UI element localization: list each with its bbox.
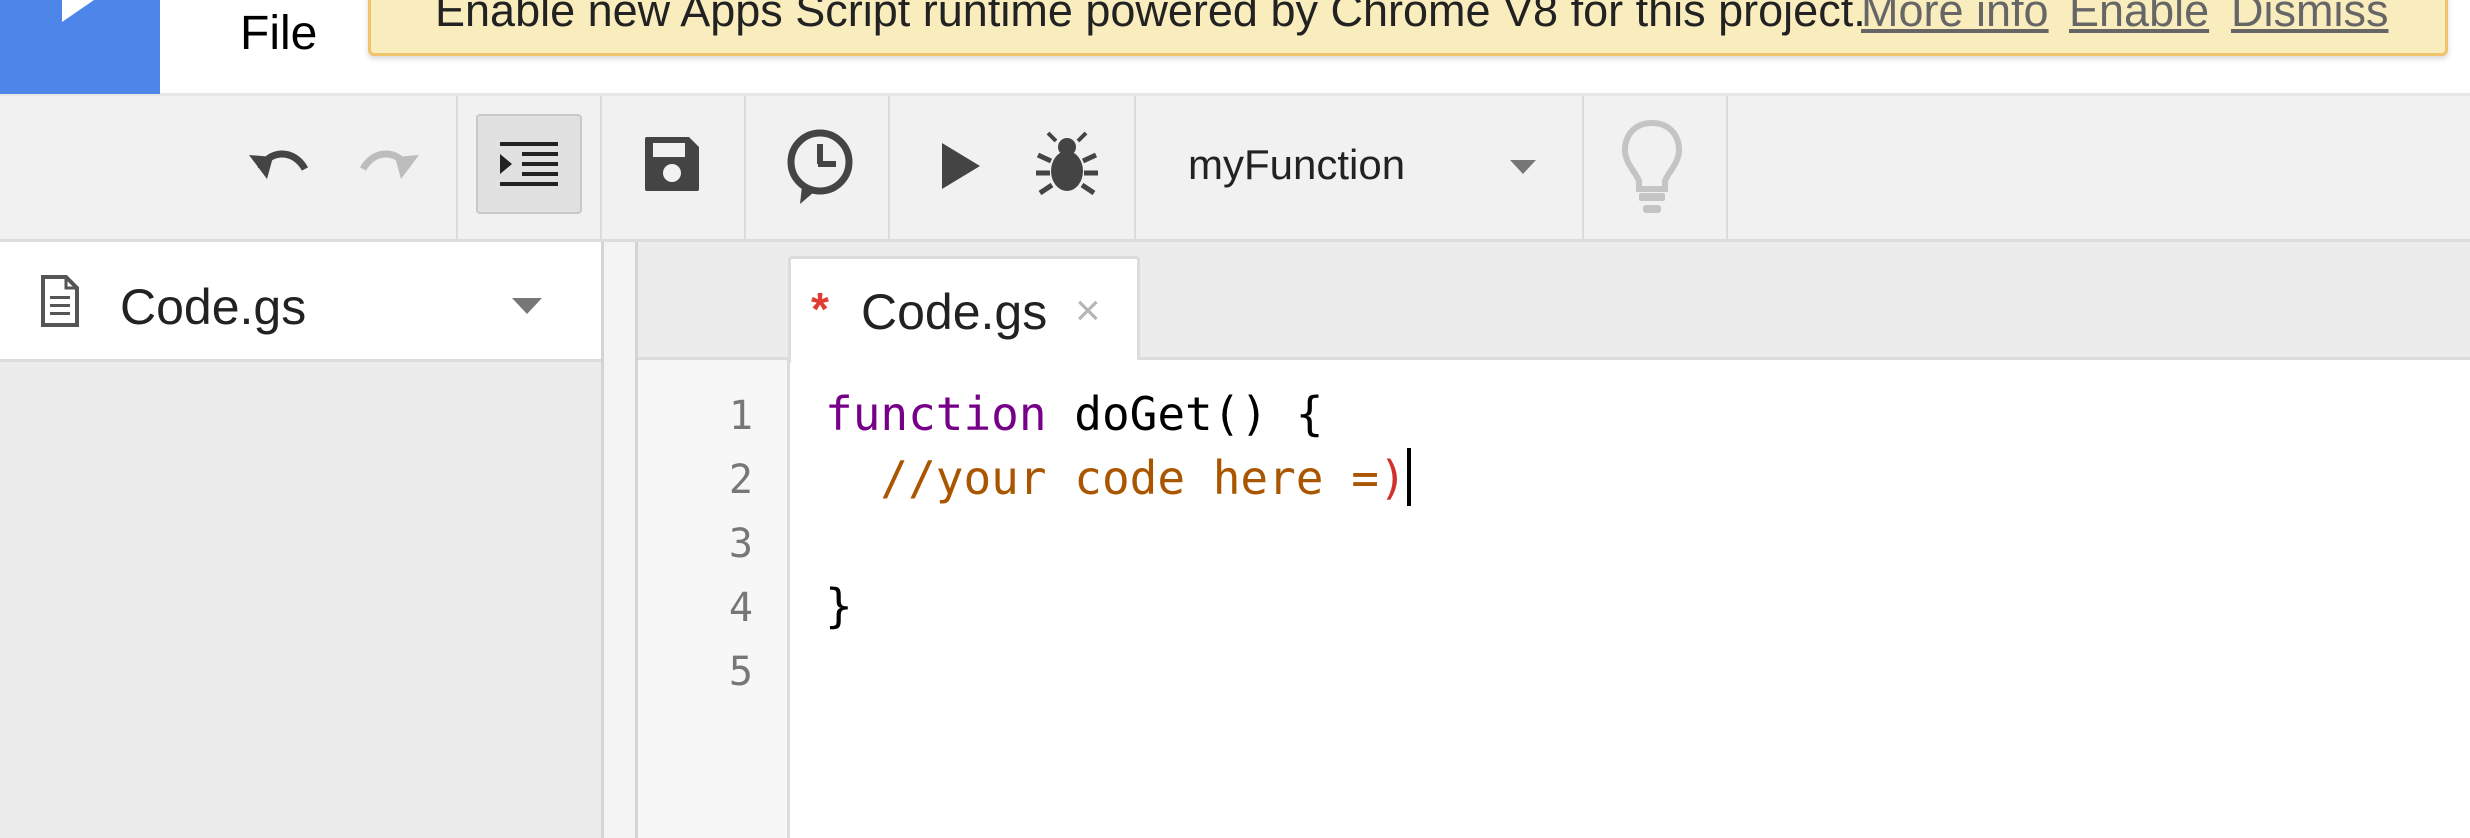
line-number: 1: [728, 393, 753, 439]
code-comment-tail: ): [1378, 451, 1407, 505]
unsaved-marker-icon: *: [811, 283, 829, 335]
line-number-gutter: 1 2 3 4 5: [638, 360, 790, 838]
play-icon: [942, 143, 980, 189]
bug-icon: [1036, 131, 1098, 196]
execution-hints-button[interactable]: [1614, 116, 1690, 228]
tab-label: Code.gs: [861, 284, 1048, 340]
chevron-down-icon: [1510, 160, 1536, 174]
run-button[interactable]: [920, 128, 1000, 204]
code-line: }: [825, 574, 853, 638]
sidebar-file-label: Code.gs: [120, 279, 307, 335]
chevron-down-icon[interactable]: [512, 298, 542, 314]
code-text: doGet() {: [1046, 387, 1324, 441]
debug-button[interactable]: [1024, 120, 1110, 208]
line-number: 4: [728, 585, 753, 631]
toolbar-divider: [744, 96, 746, 239]
function-select-value: myFunction: [1188, 141, 1406, 188]
line-number: 2: [728, 457, 753, 503]
undo-button[interactable]: [240, 128, 320, 198]
close-icon[interactable]: ×: [1075, 287, 1101, 335]
code-line: //your code here =): [825, 446, 1411, 510]
text-cursor: [1406, 448, 1411, 506]
clock-icon: [787, 129, 853, 204]
toolbar-divider: [600, 96, 602, 239]
dismiss-link[interactable]: Dismiss: [2231, 0, 2388, 37]
sidebar-resize-handle[interactable]: [604, 242, 638, 838]
v8-runtime-banner: Enable new Apps Script runtime powered b…: [368, 0, 2448, 56]
toolbar-divider: [1726, 96, 1728, 239]
file-menu[interactable]: File: [240, 6, 317, 62]
tab-code-gs[interactable]: * Code.gs ×: [788, 256, 1140, 363]
lightbulb-icon: [1621, 119, 1683, 213]
toolbar-divider: [888, 96, 890, 239]
indent-icon: [500, 142, 558, 186]
code-text: }: [825, 579, 853, 633]
app-header: File Enable new Apps Script runtime powe…: [0, 0, 2470, 96]
function-select[interactable]: myFunction: [1136, 96, 1580, 239]
code-editor[interactable]: function doGet() { //your code here =) }: [793, 360, 2470, 838]
banner-message: Enable new Apps Script runtime powered b…: [435, 0, 1866, 36]
apps-script-logo[interactable]: [0, 0, 160, 94]
redo-icon: [359, 150, 419, 179]
document-icon: [41, 275, 79, 327]
code-keyword: function: [825, 387, 1047, 441]
save-button[interactable]: [630, 122, 714, 206]
toolbar-divider: [456, 96, 458, 239]
undo-icon: [249, 150, 309, 179]
file-sidebar: Code.gs: [0, 242, 604, 838]
enable-link[interactable]: Enable: [2069, 0, 2209, 37]
toolbar: myFunction: [0, 96, 2470, 242]
code-comment: //your code here =: [880, 451, 1379, 505]
logo-arrow-icon: [62, 0, 94, 22]
code-line: function doGet() {: [825, 382, 1324, 446]
redo-button[interactable]: [348, 128, 428, 198]
editor-tab-bar: * Code.gs ×: [638, 242, 2470, 363]
toolbar-divider: [1582, 96, 1584, 239]
triggers-button[interactable]: [772, 116, 868, 220]
line-number: 5: [728, 649, 753, 695]
indent-toggle-button[interactable]: [476, 114, 582, 214]
more-info-link[interactable]: More info: [1861, 0, 2049, 37]
line-number: 3: [728, 521, 753, 567]
sidebar-file-code-gs[interactable]: Code.gs: [0, 242, 601, 362]
save-icon: [645, 137, 699, 191]
